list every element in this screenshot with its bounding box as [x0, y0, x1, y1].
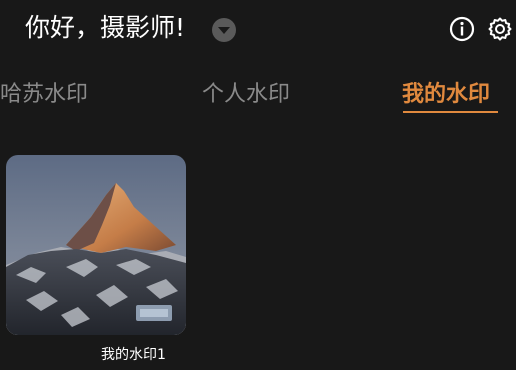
info-icon[interactable] — [448, 15, 476, 43]
tab-my-watermark[interactable]: 我的水印 — [402, 78, 490, 112]
tab-personal-watermark[interactable]: 个人水印 — [202, 78, 290, 112]
gear-icon[interactable] — [486, 15, 514, 43]
chevron-down-icon[interactable] — [210, 16, 238, 44]
watermark-card-label: 我的水印1 — [101, 347, 166, 363]
tab-hasselblad-watermark[interactable]: 哈苏水印 — [0, 78, 88, 112]
app-header: 你好，摄影师! — [0, 0, 516, 60]
watermark-card[interactable] — [6, 155, 186, 335]
greeting-title: 你好，摄影师! — [25, 13, 186, 42]
active-tab-indicator — [403, 111, 498, 113]
mountain-peak-photo — [6, 155, 186, 335]
